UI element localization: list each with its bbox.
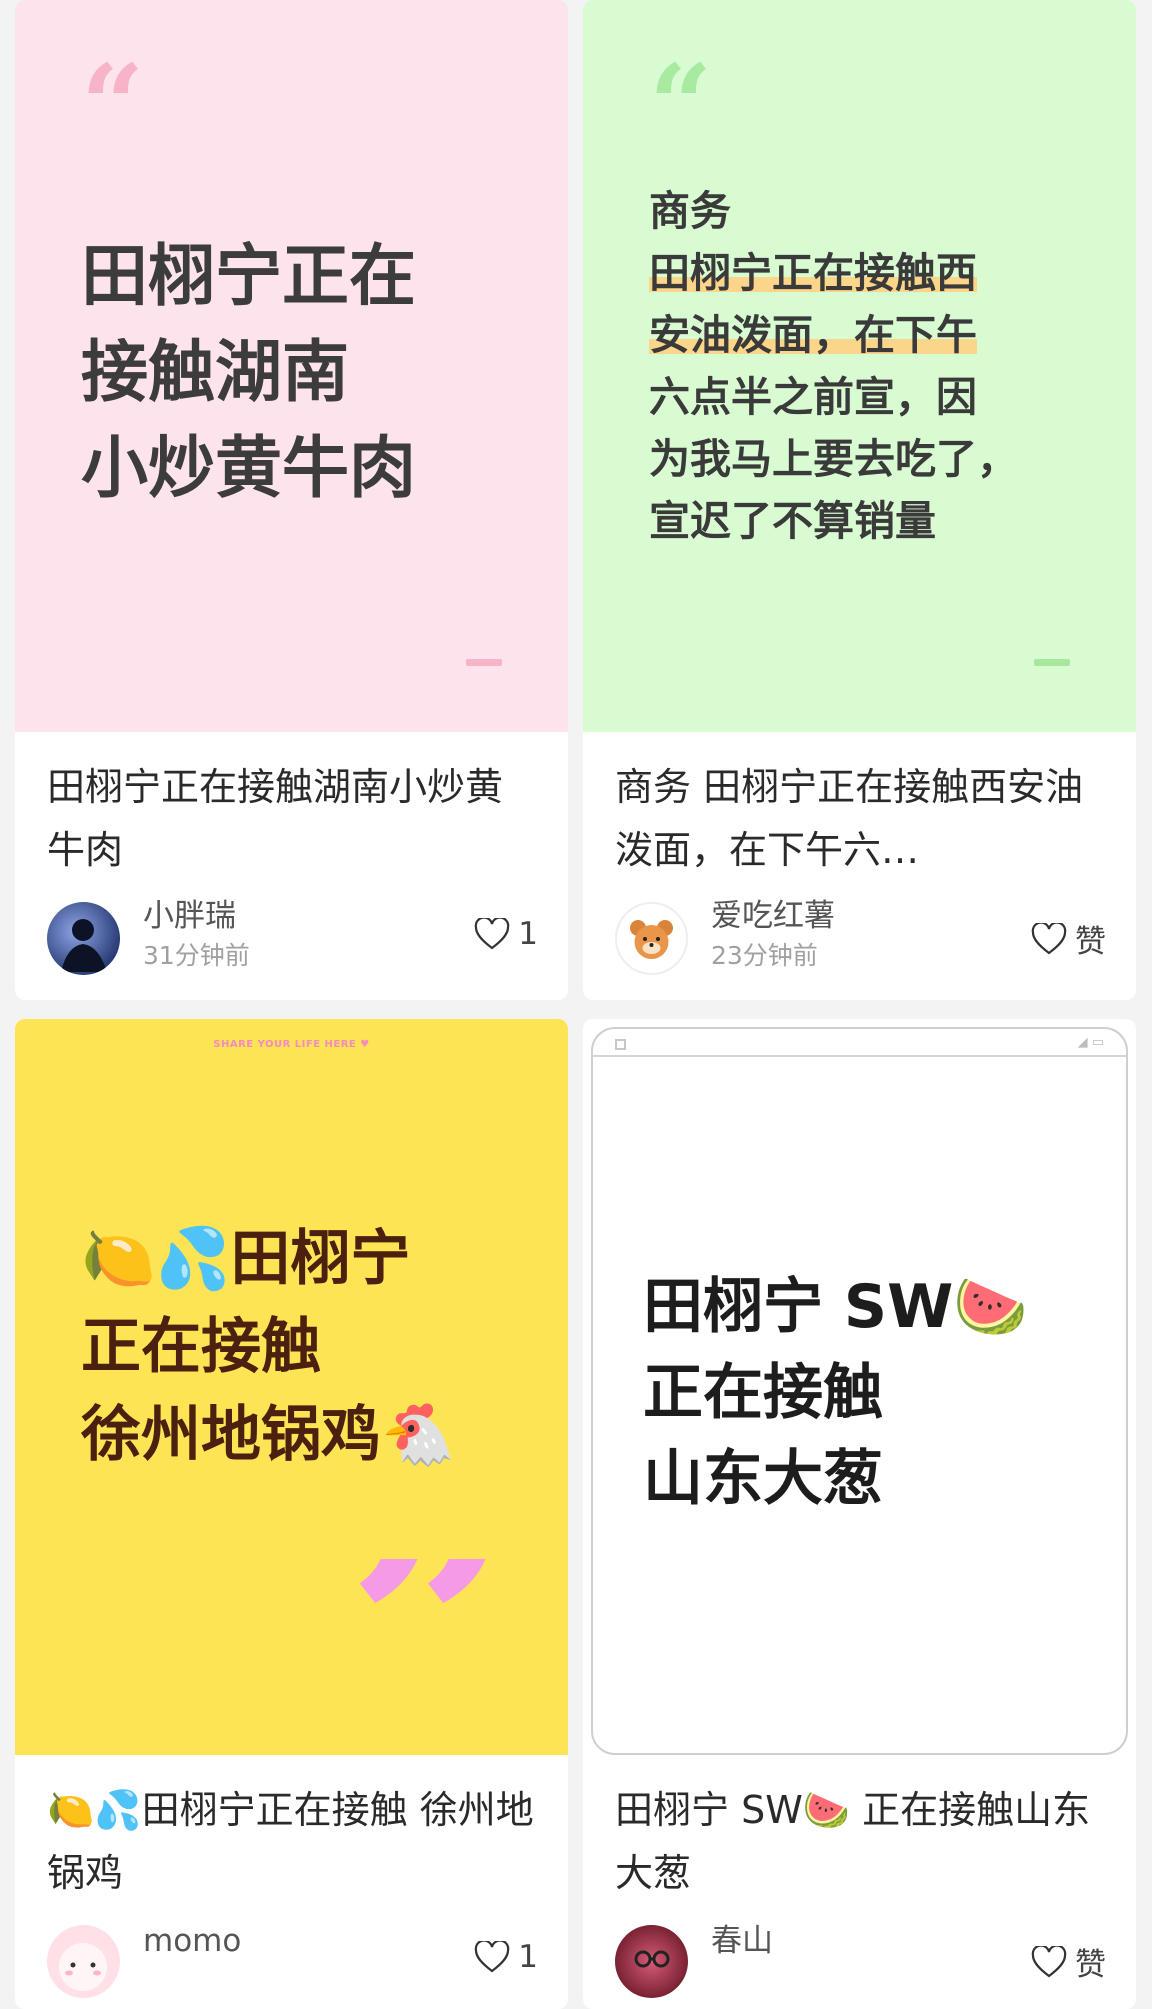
cover-line: 田栩宁正在接触西 bbox=[649, 249, 977, 297]
cover-text: 田栩宁正在 接触湖南 小炒黄牛肉 bbox=[81, 228, 521, 516]
avatar[interactable] bbox=[47, 902, 120, 975]
note-cover[interactable]: ◢ ▭ 田栩宁 SW🍉 正在接触 山东大葱 bbox=[583, 1019, 1136, 1755]
cover-line: 徐州地锅鸡🐔 bbox=[81, 1400, 456, 1470]
cover-line: 小炒黄牛肉 bbox=[81, 429, 416, 507]
decor-dash bbox=[1034, 659, 1070, 666]
cover-line: 田栩宁正在 bbox=[81, 237, 416, 315]
cover-line: 山东大葱 bbox=[643, 1444, 883, 1514]
avatar[interactable] bbox=[615, 902, 688, 975]
cover-line: 安油泼面，在下午 bbox=[649, 311, 977, 359]
cover-line: 商务 bbox=[649, 187, 731, 235]
note-card-4[interactable]: ◢ ▭ 田栩宁 SW🍉 正在接触 山东大葱 田栩宁 SW🍉 正在接触山东大葱 春… bbox=[583, 1019, 1136, 2009]
phone-divider bbox=[593, 1055, 1126, 1057]
cover-text: 🍋💦田栩宁 正在接触 徐州地锅鸡🐔 bbox=[81, 1215, 551, 1479]
like-count: 1 bbox=[518, 916, 538, 952]
post-time: 23分钟前 bbox=[711, 941, 818, 970]
avatar[interactable] bbox=[615, 1925, 688, 1998]
avatar[interactable] bbox=[47, 1925, 120, 1998]
cover-line: 为我马上要去吃了， bbox=[649, 435, 1018, 483]
like-button[interactable]: 赞 bbox=[1031, 916, 1106, 961]
note-cover[interactable]: “ 商务 田栩宁正在接触西 安油泼面，在下午 六点半之前宣，因 为我马上要去吃了… bbox=[583, 0, 1136, 732]
note-card-1[interactable]: “ 田栩宁正在 接触湖南 小炒黄牛肉 田栩宁正在接触湖南小炒黄牛肉 小胖瑞 31… bbox=[15, 0, 568, 1000]
phone-status-icon: ◢ ▭ bbox=[1077, 1035, 1104, 1050]
like-count: 赞 bbox=[1075, 1947, 1106, 1983]
username[interactable]: 小胖瑞 bbox=[143, 897, 236, 935]
open-quote-icon: “ bbox=[649, 40, 713, 169]
like-count: 赞 bbox=[1075, 924, 1106, 960]
like-button[interactable]: 1 bbox=[474, 916, 538, 952]
heart-icon bbox=[1031, 922, 1067, 955]
cover-line: 🍋💦田栩宁 bbox=[81, 1224, 411, 1294]
open-quote-icon: “ bbox=[81, 40, 145, 169]
note-card-3[interactable]: SHARE YOUR LIFE HERE ♥ 🍋💦田栩宁 正在接触 徐州地锅鸡🐔… bbox=[15, 1019, 568, 2009]
like-count: 1 bbox=[518, 1939, 538, 1975]
note-title[interactable]: 🍋💦田栩宁正在接触 徐州地锅鸡 bbox=[47, 1779, 537, 1905]
note-title[interactable]: 田栩宁 SW🍉 正在接触山东大葱 bbox=[615, 1779, 1105, 1905]
username[interactable]: 爱吃红薯 bbox=[711, 897, 835, 935]
cover-line: 正在接触 bbox=[81, 1312, 321, 1382]
username[interactable]: 春山 bbox=[711, 1922, 773, 1960]
close-quote-icon: ” bbox=[345, 1559, 518, 1719]
decor-dash bbox=[466, 659, 502, 666]
note-title[interactable]: 商务 田栩宁正在接触西安油泼面，在下午六… bbox=[615, 756, 1105, 882]
note-cover[interactable]: “ 田栩宁正在 接触湖南 小炒黄牛肉 bbox=[15, 0, 568, 732]
note-title[interactable]: 田栩宁正在接触湖南小炒黄牛肉 bbox=[47, 756, 537, 882]
cover-line: 六点半之前宣，因 bbox=[649, 373, 977, 421]
cover-text: 田栩宁 SW🍉 正在接触 山东大葱 bbox=[643, 1264, 1113, 1522]
phone-frame: ◢ ▭ 田栩宁 SW🍉 正在接触 山东大葱 bbox=[591, 1027, 1128, 1755]
cover-line: 宣迟了不算销量 bbox=[649, 497, 936, 545]
phone-square-icon bbox=[615, 1039, 626, 1050]
cover-line: 接触湖南 bbox=[81, 333, 349, 411]
cover-text: 商务 田栩宁正在接触西 安油泼面，在下午 六点半之前宣，因 为我马上要去吃了， … bbox=[649, 180, 1089, 552]
username[interactable]: momo bbox=[143, 1922, 241, 1960]
like-button[interactable]: 1 bbox=[474, 1939, 538, 1975]
cover-line: 田栩宁 SW🍉 bbox=[643, 1272, 1028, 1342]
note-cover[interactable]: SHARE YOUR LIFE HERE ♥ 🍋💦田栩宁 正在接触 徐州地锅鸡🐔… bbox=[15, 1019, 568, 1755]
heart-icon bbox=[474, 1941, 510, 1973]
heart-icon bbox=[1031, 1945, 1067, 1978]
like-button[interactable]: 赞 bbox=[1031, 1939, 1106, 1984]
note-card-2[interactable]: “ 商务 田栩宁正在接触西 安油泼面，在下午 六点半之前宣，因 为我马上要去吃了… bbox=[583, 0, 1136, 1000]
cover-line: 正在接触 bbox=[643, 1358, 883, 1428]
cover-small-caption: SHARE YOUR LIFE HERE ♥ bbox=[213, 1039, 370, 1050]
post-time: 31分钟前 bbox=[143, 941, 250, 970]
heart-icon bbox=[474, 918, 510, 950]
